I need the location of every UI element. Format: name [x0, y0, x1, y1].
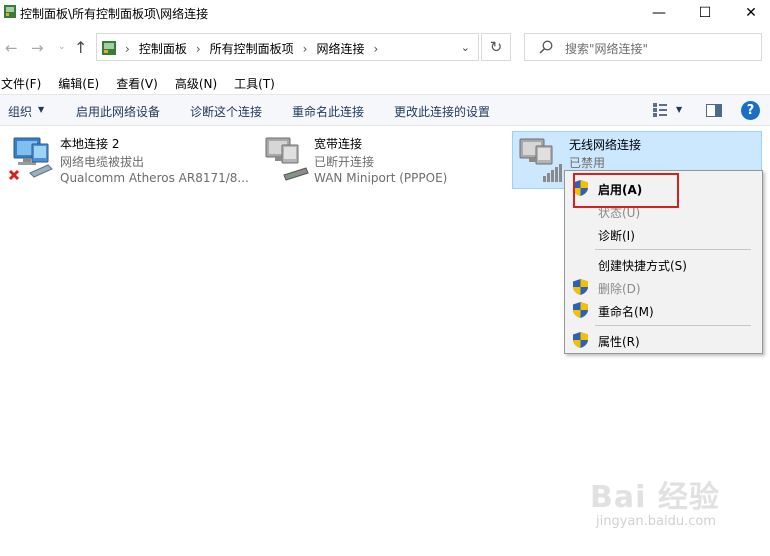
watermark-brand: Bai 经验: [590, 480, 720, 515]
watermark-url: jingyan.baidu.com: [596, 514, 716, 529]
connection-status: 已断开连接: [314, 155, 375, 169]
back-button[interactable]: ←: [5, 39, 18, 57]
context-delete[interactable]: 删除(D): [565, 276, 762, 298]
context-delete-label: 删除(D): [598, 282, 641, 296]
connection-status: 已禁用: [569, 156, 606, 170]
menu-tools[interactable]: 工具(T): [234, 72, 275, 94]
breadcrumb-separator[interactable]: ›: [196, 42, 201, 56]
context-properties-label: 属性(R): [598, 335, 640, 349]
menu-view[interactable]: 查看(V): [116, 72, 158, 94]
search-input[interactable]: 搜索"网络连接": [524, 33, 762, 61]
breadcrumb-network-connections[interactable]: 网络连接: [316, 40, 364, 57]
recent-locations-button[interactable]: ⌄: [58, 42, 66, 52]
up-button[interactable]: ↑: [74, 38, 87, 57]
connection-item-broadband[interactable]: 宽带连接 已断开连接 WAN Miniport (PPPOE): [258, 131, 508, 189]
maximize-button[interactable]: ☐: [683, 0, 727, 26]
title-bar: 控制面板\所有控制面板项\网络连接 — ☐ ✕: [0, 0, 770, 26]
menu-advanced[interactable]: 高级(N): [175, 72, 217, 94]
connection-name: 本地连接 2: [60, 137, 120, 151]
annotation-highlight-box: [573, 173, 679, 208]
address-row: ← → ⌄ ↑ › 控制面板 › 所有控制面板项 › 网络连接 › ⌄ ↻ 搜索…: [0, 32, 770, 64]
uac-shield-icon: [573, 332, 588, 348]
search-placeholder: 搜索"网络连接": [565, 42, 649, 56]
context-create-shortcut-label: 创建快捷方式(S): [598, 259, 687, 273]
breadcrumb-separator[interactable]: ›: [303, 42, 308, 56]
wireless-disabled-icon: [519, 138, 562, 182]
search-icon: [539, 40, 553, 54]
menu-file[interactable]: 文件(F): [1, 72, 41, 94]
menu-edit[interactable]: 编辑(E): [58, 72, 99, 94]
breadcrumb-separator[interactable]: ›: [373, 42, 378, 56]
menu-divider: [595, 249, 751, 250]
connection-device: Qualcomm Atheros AR8171/8...: [60, 171, 249, 185]
connection-device: WAN Miniport (PPPOE): [314, 171, 448, 185]
window-title: 控制面板\所有控制面板项\网络连接: [20, 7, 209, 21]
address-bar[interactable]: › 控制面板 › 所有控制面板项 › 网络连接 › ⌄: [96, 33, 479, 61]
control-panel-icon: [102, 41, 116, 55]
context-rename-label: 重命名(M): [598, 305, 654, 319]
menu-divider: [595, 325, 751, 326]
breadcrumb-all-items[interactable]: 所有控制面板项: [210, 40, 294, 57]
context-rename[interactable]: 重命名(M): [565, 299, 762, 321]
uac-shield-icon: [573, 279, 588, 295]
uac-shield-icon: [573, 302, 588, 318]
diagnose-button[interactable]: 诊断这个连接: [190, 103, 262, 120]
forward-button[interactable]: →: [31, 39, 44, 57]
connection-name: 无线网络连接: [569, 138, 642, 152]
ethernet-unplugged-icon: [8, 137, 53, 181]
menu-bar: 文件(F) 编辑(E) 查看(V) 高级(N) 工具(T): [0, 72, 770, 94]
breadcrumb: › 控制面板 › 所有控制面板项 › 网络连接 ›: [121, 40, 387, 57]
refresh-button[interactable]: ↻: [481, 33, 511, 61]
control-panel-icon: [4, 5, 16, 18]
context-diagnose-label: 诊断(I): [598, 229, 635, 243]
connection-name: 宽带连接: [314, 137, 363, 151]
change-view-icon[interactable]: [653, 103, 667, 117]
baidu-watermark: Bai 经验 jingyan.baidu.com: [590, 472, 760, 542]
breadcrumb-control-panel[interactable]: 控制面板: [139, 40, 187, 57]
rename-button[interactable]: 重命名此连接: [292, 103, 364, 120]
address-dropdown-icon[interactable]: ⌄: [461, 41, 470, 54]
organize-dropdown-icon[interactable]: ▼: [38, 105, 44, 114]
preview-pane-icon[interactable]: [706, 104, 722, 117]
change-settings-button[interactable]: 更改此连接的设置: [394, 103, 490, 120]
broadband-modem-icon: [265, 137, 309, 181]
context-create-shortcut[interactable]: 创建快捷方式(S): [565, 253, 762, 275]
minimize-button[interactable]: —: [637, 0, 681, 26]
organize-button[interactable]: 组织: [8, 103, 32, 120]
connection-item-local[interactable]: 本地连接 2 网络电缆被拔出 Qualcomm Atheros AR8171/8…: [4, 131, 254, 189]
view-dropdown-icon[interactable]: ▼: [676, 105, 682, 114]
connection-status: 网络电缆被拔出: [60, 155, 145, 169]
help-icon[interactable]: ?: [741, 101, 760, 120]
enable-device-button[interactable]: 启用此网络设备: [76, 103, 160, 120]
close-button[interactable]: ✕: [729, 0, 770, 26]
context-properties[interactable]: 属性(R): [565, 329, 762, 351]
context-diagnose[interactable]: 诊断(I): [565, 223, 762, 245]
command-bar: 组织 ▼ 启用此网络设备 诊断这个连接 重命名此连接 更改此连接的设置 ▼ ?: [0, 94, 770, 126]
breadcrumb-separator[interactable]: ›: [125, 42, 130, 56]
